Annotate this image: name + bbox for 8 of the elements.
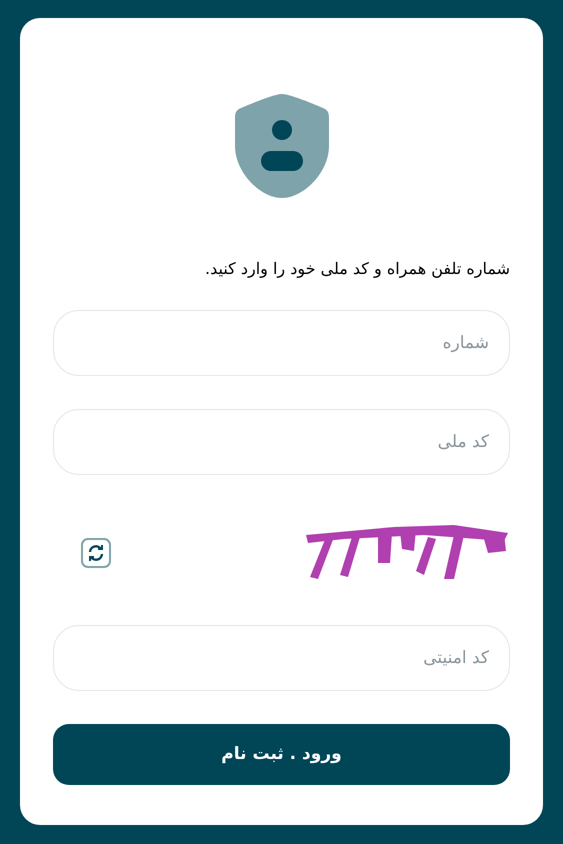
refresh-icon bbox=[87, 544, 105, 562]
input-field[interactable]: کد ملی bbox=[53, 409, 510, 475]
shield-user-icon bbox=[234, 94, 328, 198]
instruction-text: شماره تلفن همراه و کد ملی خود را وارد کنید. bbox=[204, 258, 510, 280]
input-field[interactable]: کد امنیتی bbox=[53, 625, 510, 691]
refresh-button[interactable] bbox=[81, 538, 111, 568]
submit-button[interactable]: ورود . ثبت نام bbox=[53, 724, 510, 785]
input-field[interactable]: شماره bbox=[53, 310, 510, 376]
